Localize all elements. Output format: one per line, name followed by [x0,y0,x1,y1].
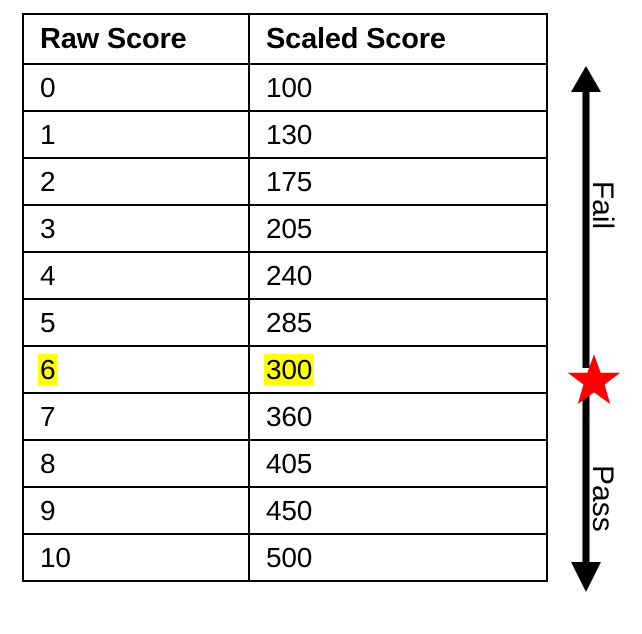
cut-score-star-icon [566,352,622,408]
cell-raw-score-value: 5 [40,306,56,338]
cell-scaled-score-value: 100 [266,71,313,103]
table-row: 9 450 [22,486,548,535]
cell-raw-score: 7 [22,392,250,441]
table-row: 3 205 [22,204,548,253]
score-conversion-figure: Raw Score Scaled Score 0 100 1 130 2 175 [0,0,642,634]
cell-raw-score-value: 9 [40,494,56,526]
cell-scaled-score-value: 175 [266,165,313,197]
column-header-scaled-score: Scaled Score [248,13,548,65]
cell-raw-score-value: 8 [40,447,56,479]
table-row: 4 240 [22,251,548,300]
cell-scaled-score: 500 [248,533,548,582]
table-header-row: Raw Score Scaled Score [22,13,548,65]
cell-scaled-score: 450 [248,486,548,535]
cell-scaled-score: 405 [248,439,548,488]
cell-raw-score-value: 6 [38,353,58,385]
star-icon [567,354,621,405]
cell-raw-score-value: 10 [40,541,71,573]
cell-scaled-score-value: 205 [266,212,313,244]
cell-raw-score-value: 1 [40,118,56,150]
cell-scaled-score-value: 450 [266,494,313,526]
pass-fail-annotation-column: Fail Pass [556,0,642,634]
column-header-raw-score: Raw Score [22,13,250,65]
cell-raw-score: 4 [22,251,250,300]
cell-scaled-score-value: 360 [266,400,313,432]
cell-scaled-score-value: 130 [266,118,313,150]
fail-band-label: Fail [586,180,619,230]
cell-raw-score-value: 2 [40,165,56,197]
table-row: 7 360 [22,392,548,441]
cell-scaled-score: 175 [248,157,548,206]
column-header-raw-score-label: Raw Score [40,22,187,55]
table-row-cut-score: 6 300 [22,345,548,394]
score-conversion-table: Raw Score Scaled Score 0 100 1 130 2 175 [22,13,548,582]
cell-scaled-score-highlighted: 300 [248,345,548,394]
table-row: 1 130 [22,110,548,159]
cell-raw-score: 2 [22,157,250,206]
cell-scaled-score-value: 500 [266,541,313,573]
table-row: 0 100 [22,63,548,112]
cell-raw-score-highlighted: 6 [22,345,250,394]
cell-raw-score: 5 [22,298,250,347]
cell-raw-score: 3 [22,204,250,253]
cell-raw-score: 10 [22,533,250,582]
cell-raw-score: 9 [22,486,250,535]
table-row: 10 500 [22,533,548,582]
cell-scaled-score-value: 285 [266,306,313,338]
cell-scaled-score: 360 [248,392,548,441]
cell-scaled-score-value: 300 [264,353,315,385]
table-row: 2 175 [22,157,548,206]
cell-scaled-score: 285 [248,298,548,347]
table-row: 5 285 [22,298,548,347]
cell-scaled-score: 240 [248,251,548,300]
cell-scaled-score: 205 [248,204,548,253]
table-row: 8 405 [22,439,548,488]
cell-raw-score: 8 [22,439,250,488]
cell-raw-score-value: 3 [40,212,56,244]
cell-scaled-score-value: 405 [266,447,313,479]
cell-scaled-score: 100 [248,63,548,112]
cell-raw-score-value: 0 [40,71,56,103]
cell-scaled-score-value: 240 [266,259,313,291]
cell-raw-score: 0 [22,63,250,112]
column-header-scaled-score-label: Scaled Score [266,22,446,55]
pass-fail-arrows [571,66,601,592]
cell-raw-score-value: 7 [40,400,56,432]
cell-raw-score: 1 [22,110,250,159]
pass-band-label: Pass [586,465,619,532]
cell-scaled-score: 130 [248,110,548,159]
cell-raw-score-value: 4 [40,259,56,291]
